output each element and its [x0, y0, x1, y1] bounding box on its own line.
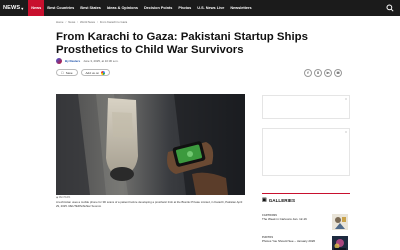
breadcrumb-separator: / — [97, 20, 98, 24]
hero-image — [56, 94, 245, 195]
byline: By Reuters June 3, 2025, at 10:30 a.m. — [56, 58, 118, 64]
search-icon[interactable] — [386, 4, 394, 12]
gallery-thumbnail[interactable] — [332, 236, 348, 250]
nav-item-best-countries[interactable]: Best Countries — [44, 0, 77, 16]
top-navigation: NEWS ▾ News Best Countries Best States I… — [0, 0, 400, 16]
ad-slot[interactable] — [262, 95, 350, 119]
email-icon[interactable]: ✉ — [334, 69, 342, 77]
nav-items: News Best Countries Best States Ideas & … — [28, 0, 254, 16]
google-label: Add us on — [85, 70, 100, 75]
nav-item-photos[interactable]: Photos — [175, 0, 194, 16]
breadcrumb-current: From Karachi to Gaza — [99, 20, 128, 24]
ad-indicator-icon — [345, 98, 347, 100]
x-icon[interactable]: X — [314, 69, 322, 77]
author-link[interactable]: By Reuters — [65, 59, 80, 63]
galleries-title: GALLERIES — [268, 197, 296, 203]
chevron-down-icon: ▾ — [21, 5, 24, 11]
breadcrumb-separator: / — [77, 20, 79, 24]
gallery-item[interactable]: CARTOONS The Week in Cartoons Jan. 12-16 — [262, 214, 350, 230]
nav-item-decision-points[interactable]: Decision Points — [141, 0, 175, 16]
nav-item-best-states[interactable]: Best States — [77, 0, 104, 16]
breadcrumb: Home / News / World News / From Karachi … — [56, 20, 127, 24]
linkedin-icon[interactable]: in — [324, 69, 332, 77]
nav-item-us-news-live[interactable]: U.S. News Live — [194, 0, 227, 16]
galleries-heading: ▣ GALLERIES — [262, 197, 350, 203]
google-icon — [101, 70, 106, 75]
camera-icon: ◉ — [56, 196, 59, 199]
photo-credit-label: REUTERS — [58, 196, 71, 199]
author-avatar — [56, 58, 62, 64]
publish-date: June 3, 2025, at 10:30 a.m. — [83, 59, 119, 63]
nav-item-ideas-opinions[interactable]: Ideas & Opinions — [104, 0, 141, 16]
brand-label: NEWS — [3, 5, 21, 11]
gallery-title[interactable]: The Week in Cartoons Jan. 12-16 — [262, 217, 322, 222]
ad-indicator-icon — [345, 131, 347, 133]
add-on-google-button[interactable]: Add us on — [80, 69, 111, 76]
galleries-section: ▣ GALLERIES CARTOONS The Week in Cartoon… — [262, 193, 350, 250]
section-accent-bar — [262, 193, 350, 194]
save-button[interactable]: ☐ Save — [56, 69, 78, 76]
gallery-thumbnail[interactable] — [332, 214, 348, 230]
gallery-title[interactable]: Photos You Should See – January 2026 — [262, 239, 322, 244]
breadcrumb-home[interactable]: Home — [56, 20, 63, 24]
article-headline: From Karachi to Gaza: Pakistani Startup … — [56, 31, 308, 56]
breadcrumb-news[interactable]: News — [68, 20, 75, 24]
breadcrumb-separator: / — [65, 20, 67, 24]
site-brand-menu[interactable]: NEWS ▾ — [0, 5, 23, 11]
breadcrumb-world-news[interactable]: World News — [80, 20, 95, 24]
article-actions: ☐ Save Add us on — [56, 69, 111, 76]
save-label: Save — [65, 70, 73, 75]
nav-item-newsletters[interactable]: Newsletters — [227, 0, 254, 16]
image-caption: A technician uses a mobile phone for 3D … — [56, 200, 243, 208]
nav-item-news[interactable]: News — [28, 0, 45, 16]
share-buttons: f X in ✉ — [304, 69, 342, 77]
facebook-icon[interactable]: f — [304, 69, 312, 77]
bookmark-icon: ☐ — [61, 70, 64, 75]
photo-credit: ◉ REUTERS — [56, 196, 70, 199]
gallery-item[interactable]: PHOTOS Photos You Should See – January 2… — [262, 236, 350, 250]
ad-slot[interactable] — [262, 128, 350, 176]
gallery-icon: ▣ — [262, 197, 267, 203]
